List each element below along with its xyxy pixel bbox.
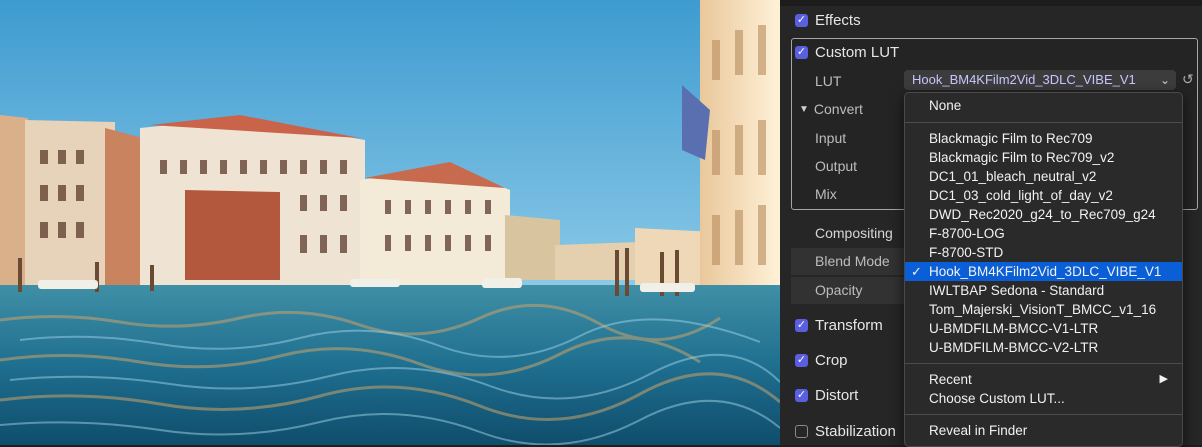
menu-item-lut[interactable]: IWLTBAP Sedona - Standard xyxy=(905,281,1182,300)
menu-item-lut[interactable]: DWD_Rec2020_g24_to_Rec709_g24 xyxy=(905,205,1182,224)
menu-item-lut[interactable]: F-8700-LOG xyxy=(905,224,1182,243)
menu-item-lut[interactable]: DC1_01_bleach_neutral_v2 xyxy=(905,167,1182,186)
effects-label: Effects xyxy=(815,11,861,29)
custom-lut-checkbox[interactable]: ✓ xyxy=(795,45,808,59)
convert-row[interactable]: ▼ Convert xyxy=(780,95,863,123)
blend-mode-label: Blend Mode xyxy=(815,253,890,269)
crop-row[interactable]: ✓ Crop xyxy=(780,346,848,374)
chevron-updown-icon: ⌄ xyxy=(1159,73,1170,87)
transform-row[interactable]: ✓ Transform xyxy=(780,311,883,339)
reset-arrow-icon[interactable]: ↺ xyxy=(1182,72,1196,86)
menu-item-lut[interactable]: DC1_03_cold_light_of_day_v2 xyxy=(905,186,1182,205)
custom-lut-row[interactable]: ✓ Custom LUT xyxy=(780,38,899,66)
transform-label: Transform xyxy=(815,316,883,334)
video-viewer[interactable] xyxy=(0,0,780,445)
distort-row[interactable]: ✓ Distort xyxy=(780,381,858,409)
menu-separator xyxy=(905,414,1182,415)
menu-item-lut-selected[interactable]: ✓ Hook_BM4KFilm2Vid_3DLC_VIBE_V1 xyxy=(905,262,1182,281)
menu-item-lut[interactable]: U-BMDFILM-BMCC-V1-LTR xyxy=(905,319,1182,338)
input-label: Input xyxy=(815,130,847,146)
stabilization-label: Stabilization xyxy=(815,422,896,440)
transform-checkbox[interactable]: ✓ xyxy=(795,318,808,332)
lut-popup-button[interactable]: Hook_BM4KFilm2Vid_3DLC_VIBE_V1 ⌄ xyxy=(904,70,1176,90)
menu-item-recent[interactable]: Recent ▶ xyxy=(905,370,1182,389)
menu-item-reveal-in-finder[interactable]: Reveal in Finder xyxy=(905,421,1182,440)
checkmark-icon: ✓ xyxy=(796,13,807,26)
submenu-arrow-icon: ▶ xyxy=(1159,373,1168,385)
effects-checkbox[interactable]: ✓ xyxy=(795,13,808,27)
stabilization-checkbox[interactable] xyxy=(795,424,808,438)
custom-lut-label: Custom LUT xyxy=(815,43,900,61)
stabilization-row[interactable]: Stabilization xyxy=(780,417,896,445)
menu-item-lut[interactable]: Tom_Majerski_VisionT_BMCC_v1_16 xyxy=(905,300,1182,319)
menu-item-lut[interactable]: Blackmagic Film to Rec709_v2 xyxy=(905,148,1182,167)
checkmark-icon: ✓ xyxy=(911,264,922,279)
opacity-label: Opacity xyxy=(815,282,863,298)
distort-label: Distort xyxy=(815,386,859,404)
menu-separator xyxy=(905,363,1182,364)
menu-item-lut[interactable]: F-8700-STD xyxy=(905,243,1182,262)
convert-label: Convert xyxy=(813,101,863,117)
checkmark-icon: ✓ xyxy=(796,318,807,331)
checkmark-icon: ✓ xyxy=(796,353,807,366)
checkmark-icon: ✓ xyxy=(796,388,807,401)
menu-item-label: Hook_BM4KFilm2Vid_3DLC_VIBE_V1 xyxy=(929,264,1162,279)
disclosure-triangle-icon[interactable]: ▼ xyxy=(799,104,809,115)
lut-popup-value: Hook_BM4KFilm2Vid_3DLC_VIBE_V1 xyxy=(912,72,1136,87)
mix-label: Mix xyxy=(815,186,837,202)
menu-item-choose-custom-lut[interactable]: Choose Custom LUT... xyxy=(905,389,1182,408)
crop-label: Crop xyxy=(815,351,848,369)
menu-item-none[interactable]: None xyxy=(905,96,1182,115)
output-label: Output xyxy=(815,158,858,174)
menu-item-label: Recent xyxy=(929,372,972,387)
venice-canal-frame xyxy=(0,0,780,445)
crop-checkbox[interactable]: ✓ xyxy=(795,353,808,367)
effects-row[interactable]: ✓ Effects xyxy=(780,6,861,34)
menu-separator xyxy=(905,122,1182,123)
distort-checkbox[interactable]: ✓ xyxy=(795,388,808,402)
menu-item-lut[interactable]: Blackmagic Film to Rec709 xyxy=(905,129,1182,148)
lut-dropdown-menu: None Blackmagic Film to Rec709 Blackmagi… xyxy=(904,92,1183,447)
lut-label: LUT xyxy=(815,73,842,89)
compositing-label: Compositing xyxy=(815,225,893,241)
menu-item-lut[interactable]: U-BMDFILM-BMCC-V2-LTR xyxy=(905,338,1182,357)
checkmark-icon: ✓ xyxy=(796,45,807,58)
